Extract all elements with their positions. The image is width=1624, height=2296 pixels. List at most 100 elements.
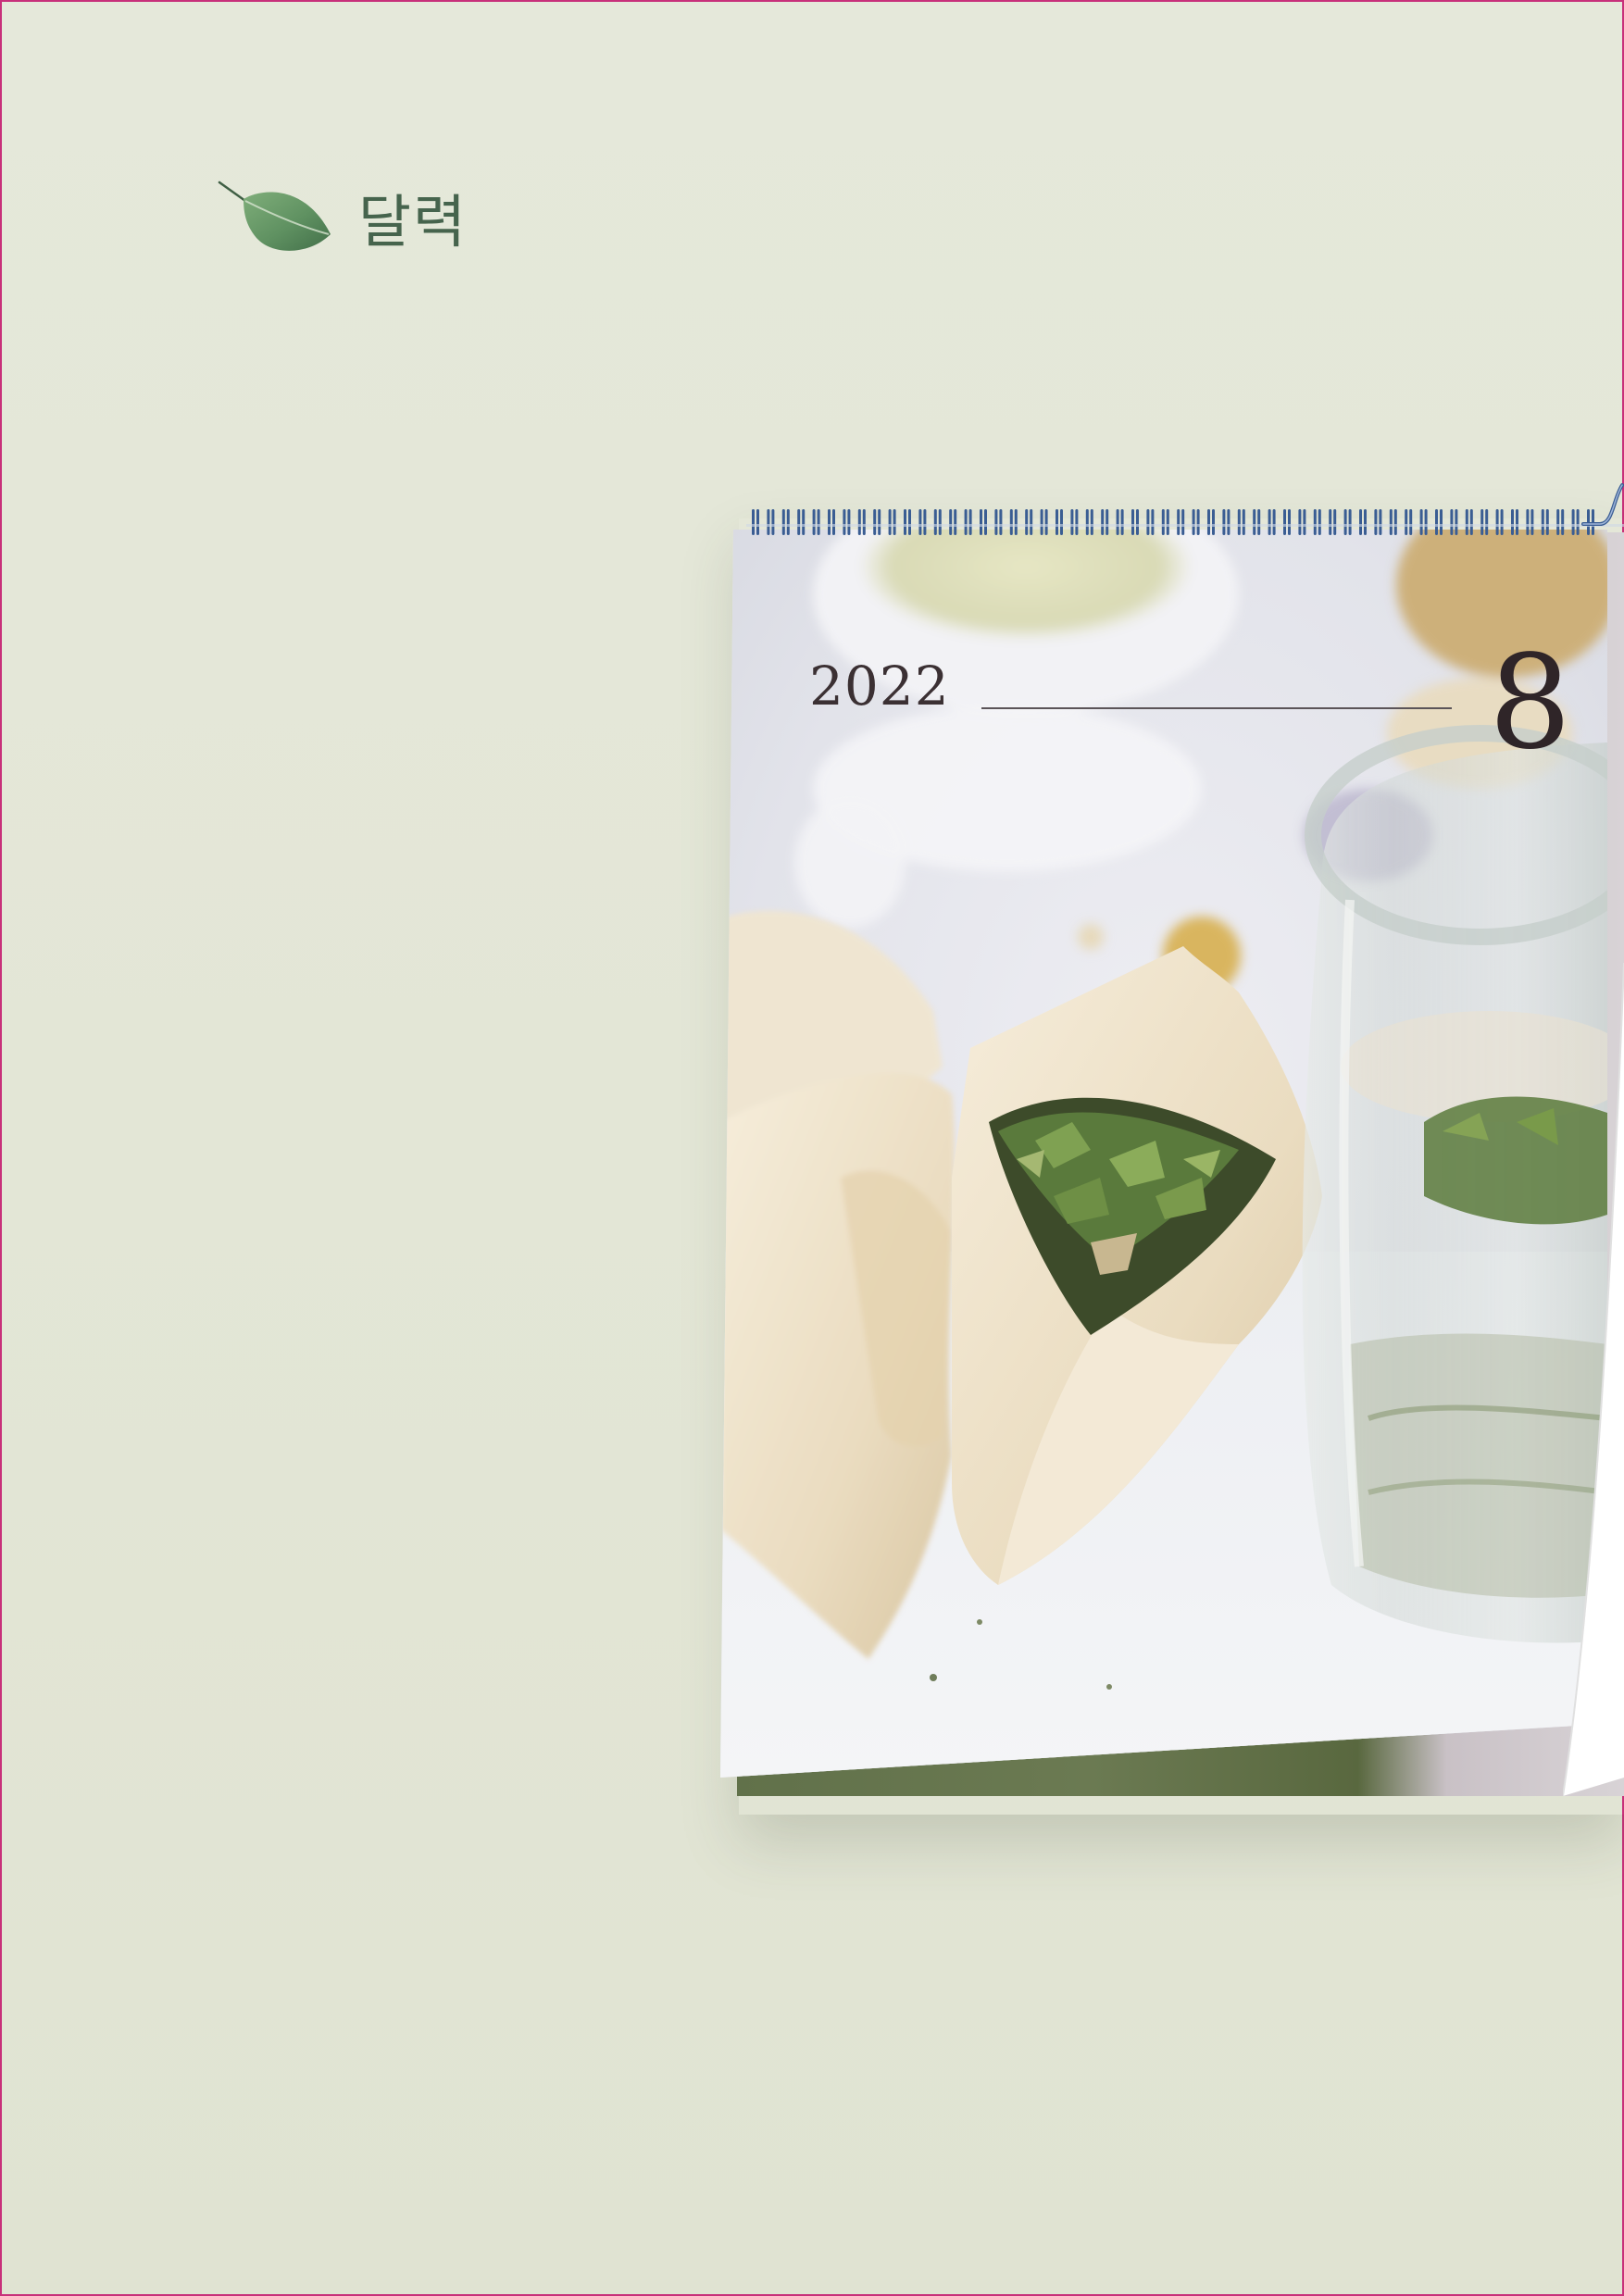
spiral-coil [1283, 509, 1286, 535]
spiral-coil [797, 509, 801, 535]
spiral-coil [893, 509, 896, 535]
spiral-coil [781, 509, 785, 535]
spiral-coil [980, 509, 982, 535]
spiral-coil [1101, 509, 1105, 535]
spiral-coil [994, 509, 998, 535]
spiral-coil [1212, 509, 1215, 535]
spiral-coil [1060, 509, 1063, 535]
calendar-front-page: 2022 8 [720, 530, 1607, 1778]
spiral-coil [1253, 509, 1256, 535]
spiral-coil [1419, 509, 1423, 535]
spiral-coil [904, 509, 906, 535]
spiral-coil [1090, 509, 1093, 535]
spiral-coil [1318, 509, 1321, 535]
spiral-coil [828, 509, 831, 535]
spiral-coil [1177, 509, 1181, 535]
spiral-coil [1485, 509, 1489, 535]
spiral-coil [1333, 509, 1337, 535]
spiral-coil [1348, 509, 1352, 535]
spiral-coil [1106, 509, 1109, 535]
spiral-coil [1450, 509, 1454, 535]
spiral-coil [1272, 509, 1276, 535]
spiral-coil [1424, 509, 1428, 535]
spiral-coil [964, 509, 968, 535]
spiral-coil [1192, 509, 1195, 535]
spiral-coil [1070, 509, 1074, 535]
spiral-coil [968, 509, 972, 535]
spiral-coil [1207, 509, 1210, 535]
spiral-coil [999, 509, 1003, 535]
hanging-hook [1581, 483, 1624, 526]
spiral-coil [752, 509, 755, 535]
spiral-coil [949, 509, 953, 535]
spiral-coil [1181, 509, 1185, 535]
spiral-coil [786, 509, 790, 535]
calendar-month: 8 [1489, 628, 1572, 779]
spiral-coil [1025, 509, 1029, 535]
spiral-coil [1389, 509, 1393, 535]
spiral-coil [1530, 509, 1534, 535]
spiral-coil [1480, 509, 1484, 535]
spiral-coil [771, 509, 775, 535]
spiral-coil [1227, 509, 1230, 535]
spiral-coil [1116, 509, 1119, 535]
spiral-coil [1166, 509, 1169, 535]
spiral-coil [843, 509, 846, 535]
spiral-coil [1440, 509, 1443, 535]
spiral-coil [1131, 509, 1134, 535]
spiral-coil [1379, 509, 1382, 535]
spiral-coil [847, 509, 851, 535]
spiral-coil [1526, 509, 1530, 535]
spiral-coil [1571, 509, 1575, 535]
spiral-coil [918, 509, 922, 535]
spiral-coil [1298, 509, 1302, 535]
spiral-coil [1196, 509, 1200, 535]
spiral-coil [817, 509, 820, 535]
calendar-year: 2022 [809, 655, 950, 718]
spiral-coil [862, 509, 866, 535]
spiral-coil [832, 509, 835, 535]
spiral-coil [1120, 509, 1124, 535]
spiral-coil [1516, 509, 1518, 535]
spiral-coil [954, 509, 957, 535]
spiral-coil [878, 509, 881, 535]
spiral-coil [1014, 509, 1018, 535]
spiral-coil [908, 509, 911, 535]
spiral-coil [1040, 509, 1043, 535]
spiral-coil [1541, 509, 1544, 535]
spiral-coil [938, 509, 942, 535]
year-divider-line [981, 707, 1452, 709]
spiral-coil [1268, 509, 1271, 535]
spiral-coil [1313, 509, 1317, 535]
header: 달력 [218, 181, 468, 264]
spiral-coil [1409, 509, 1413, 535]
spiral-coil [1576, 509, 1580, 535]
page-title: 달력 [358, 188, 468, 256]
spiral-coil [1556, 509, 1560, 535]
spiral-coil [933, 509, 937, 535]
spiral-coil [767, 509, 770, 535]
spiral-coil [1435, 509, 1438, 535]
spiral-coil [1075, 509, 1079, 535]
spiral-coil [1257, 509, 1261, 535]
spiral-coil [1222, 509, 1226, 535]
wall-calendar: 2022 8 [720, 481, 1624, 1796]
spiral-coil [888, 509, 892, 535]
spiral-coil [1151, 509, 1155, 535]
spiral-coil [1009, 509, 1013, 535]
spiral-coil [1455, 509, 1458, 535]
spiral-coil [1359, 509, 1362, 535]
spiral-coil [1500, 509, 1504, 535]
spiral-coil [1085, 509, 1089, 535]
spiral-coil [1469, 509, 1473, 535]
spiral-coil [923, 509, 927, 535]
spiral-coil [1405, 509, 1408, 535]
page-curl [1563, 963, 1624, 1796]
spiral-coil [873, 509, 877, 535]
spiral-coil [857, 509, 861, 535]
spiral-coil [1465, 509, 1468, 535]
spiral-coil [1030, 509, 1033, 535]
spiral-coil [1056, 509, 1058, 535]
spiral-coil [1146, 509, 1150, 535]
spiral-coil [1495, 509, 1499, 535]
